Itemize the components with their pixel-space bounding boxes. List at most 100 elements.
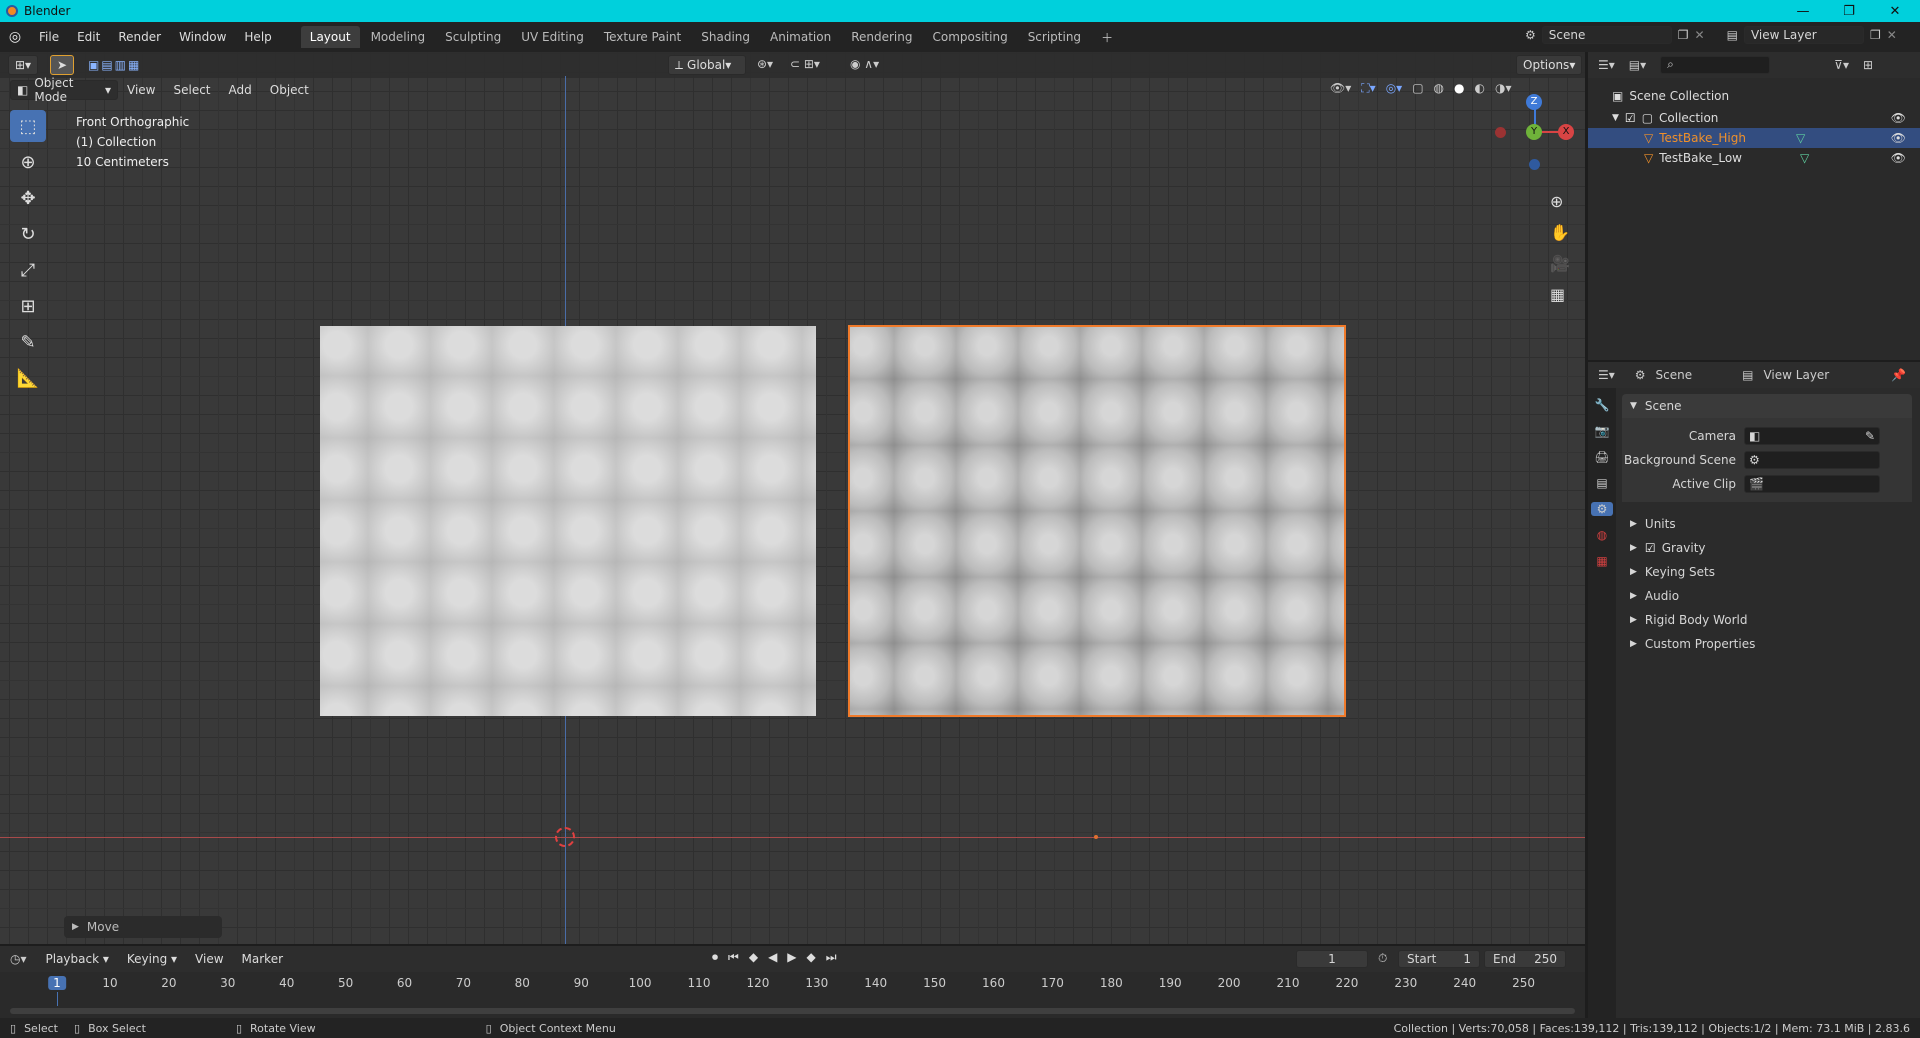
record-icon[interactable]: ⏺: [712, 950, 718, 965]
navigation-gizmo[interactable]: Z Y X: [1490, 88, 1580, 178]
texture-tab-icon[interactable]: ▦: [1596, 554, 1607, 568]
gizmo-neg-z[interactable]: [1529, 159, 1540, 170]
jump-start-icon[interactable]: ⏮: [728, 950, 739, 965]
display-mode-icon[interactable]: ▤▾: [1629, 58, 1646, 72]
overlay-toggle-icon[interactable]: ◎▾: [1386, 81, 1403, 96]
view-layer-selector[interactable]: View Layer: [1743, 26, 1864, 44]
outliner-search-input[interactable]: ⌕: [1660, 56, 1771, 74]
gravity-checkbox[interactable]: ☑: [1645, 541, 1656, 555]
gizmo-x-axis[interactable]: X: [1558, 124, 1574, 140]
xray-icon[interactable]: ▢: [1412, 81, 1423, 96]
start-frame-field[interactable]: Start 1: [1398, 950, 1480, 968]
visibility-eye-icon-low[interactable]: 👁: [1891, 151, 1906, 165]
camera-field[interactable]: ◧ ✎: [1744, 427, 1880, 445]
properties-editor-type-icon[interactable]: ☰▾: [1598, 368, 1615, 382]
tab-uv-editing[interactable]: UV Editing: [512, 26, 593, 48]
select-box-icon[interactable]: ⬚: [10, 110, 46, 142]
zoom-icon[interactable]: ⊕: [1550, 192, 1570, 211]
tab-animation[interactable]: Animation: [761, 26, 840, 48]
outliner-collection[interactable]: ▼ ☑ ▢ Collection 👁: [1588, 108, 1920, 128]
rotate-icon[interactable]: ↻: [10, 218, 46, 250]
remove-scene-icon[interactable]: ✕: [1695, 28, 1705, 42]
menu-file[interactable]: File: [30, 30, 68, 44]
filter-icon[interactable]: ⊽▾: [1834, 58, 1849, 72]
outliner-editor-type-icon[interactable]: ☰▾: [1598, 58, 1615, 72]
collection-checkbox[interactable]: ☑: [1625, 111, 1636, 125]
mesh-data-icon[interactable]: ▽: [1796, 131, 1805, 145]
timeline-menu-view[interactable]: View: [186, 952, 232, 966]
tab-rendering[interactable]: Rendering: [842, 26, 921, 48]
viewport-menu-add[interactable]: Add: [220, 83, 261, 97]
snap-icon[interactable]: ⊂ ⊞▾: [790, 57, 820, 71]
playhead[interactable]: [57, 992, 58, 1006]
panel-gravity[interactable]: ▶ ☑ Gravity: [1622, 536, 1912, 560]
gizmo-z-axis[interactable]: Z: [1526, 94, 1542, 110]
view-layer-props-icon[interactable]: ▤: [1596, 476, 1607, 490]
timeline-ruler[interactable]: 1 10 20 30 40 50 60 70 80 90 100 110 120 130 140 150 160…: [0, 972, 1585, 1006]
timeline-scrollbar[interactable]: [10, 1008, 1575, 1014]
new-collection-icon[interactable]: ⊞: [1863, 58, 1873, 72]
mesh-data-icon[interactable]: ▽: [1800, 151, 1809, 165]
cursor-icon[interactable]: ⊕: [10, 146, 46, 178]
move-icon[interactable]: ✥: [10, 182, 46, 214]
outliner-item-testbake-high[interactable]: ▽ TestBake_High ▽ 👁: [1588, 128, 1920, 148]
play-icon[interactable]: ▶: [787, 950, 796, 965]
minimize-icon[interactable]: —: [1780, 0, 1826, 22]
3d-cursor-icon[interactable]: [555, 827, 575, 847]
last-operator-panel[interactable]: ▶ Move: [64, 916, 222, 938]
mode-dropdown[interactable]: ◧ Object Mode ▾: [10, 76, 118, 104]
prev-keyframe-icon[interactable]: ◆: [749, 950, 758, 965]
camera-view-icon[interactable]: 🎥: [1550, 254, 1570, 273]
gizmo-neg-x[interactable]: [1495, 127, 1506, 138]
ortho-grid-icon[interactable]: ▦: [1550, 285, 1570, 304]
scene-tab-label[interactable]: Scene: [1656, 368, 1693, 382]
next-keyframe-icon[interactable]: ◆: [807, 950, 816, 965]
close-icon[interactable]: ✕: [1872, 0, 1918, 22]
gizmo-y-axis[interactable]: Y: [1526, 124, 1542, 140]
add-workspace-icon[interactable]: ＋: [1092, 25, 1122, 50]
play-reverse-icon[interactable]: ◀: [768, 950, 777, 965]
scale-icon[interactable]: ⤢: [10, 254, 46, 286]
blender-menu-icon[interactable]: ◎: [0, 29, 30, 45]
preview-range-icon[interactable]: ⏱: [1378, 951, 1387, 966]
background-scene-field[interactable]: ⚙: [1744, 451, 1880, 469]
3d-viewport[interactable]: ⊞▾ ➤ ▣▤▥▦ ⟂ Global ▾ ⊛▾ ⊂ ⊞▾ ◉ ∧▾ Option…: [0, 52, 1585, 944]
transform-orientation-dropdown[interactable]: ⟂ Global ▾: [668, 55, 746, 75]
tab-texture-paint[interactable]: Texture Paint: [595, 26, 690, 48]
tab-layout[interactable]: Layout: [300, 26, 360, 48]
wireframe-shading-icon[interactable]: ◍: [1434, 81, 1444, 96]
end-frame-field[interactable]: End 250: [1484, 950, 1566, 968]
output-tab-icon[interactable]: 🖨: [1594, 450, 1609, 464]
menu-render[interactable]: Render: [109, 30, 170, 44]
remove-view-layer-icon[interactable]: ✕: [1887, 28, 1897, 42]
timeline-menu-keying[interactable]: Keying ▾: [118, 952, 186, 966]
view-layer-tab-label[interactable]: View Layer: [1763, 368, 1829, 382]
tab-shading[interactable]: Shading: [692, 26, 759, 48]
panel-keying-sets[interactable]: ▶ Keying Sets: [1622, 560, 1912, 584]
scene-panel-header[interactable]: ▼ Scene: [1622, 394, 1912, 418]
render-tab-icon[interactable]: 📷: [1595, 424, 1610, 438]
outliner-item-testbake-low[interactable]: ▽ TestBake_Low ▽ 👁: [1588, 148, 1920, 168]
new-scene-icon[interactable]: ❐: [1678, 28, 1689, 42]
transform-icon[interactable]: ⊞: [10, 290, 46, 322]
active-clip-field[interactable]: 🎬: [1744, 475, 1880, 493]
options-dropdown[interactable]: Options ▾: [1516, 55, 1583, 75]
world-tab-icon[interactable]: ◍: [1597, 528, 1607, 542]
editor-type-icon[interactable]: ⊞▾: [8, 55, 38, 75]
tab-compositing[interactable]: Compositing: [923, 26, 1016, 48]
viewport-menu-select[interactable]: Select: [164, 83, 219, 97]
panel-units[interactable]: ▶ Units: [1622, 512, 1912, 536]
viewport-menu-object[interactable]: Object: [261, 83, 318, 97]
outliner-scene-collection[interactable]: ▣ Scene Collection: [1588, 84, 1920, 108]
jump-end-icon[interactable]: ⏭: [826, 950, 837, 965]
tab-modeling[interactable]: Modeling: [362, 26, 435, 48]
selection-mode-icons[interactable]: ▣▤▥▦: [88, 58, 141, 72]
scene-props-icon[interactable]: ⚙: [1591, 502, 1613, 516]
pin-icon[interactable]: 📌: [1891, 368, 1906, 382]
collapse-icon[interactable]: ▼: [1612, 113, 1619, 123]
testbake-low-mesh[interactable]: [320, 326, 816, 716]
visibility-icon[interactable]: 👁▾: [1330, 81, 1351, 96]
annotate-icon[interactable]: ✎: [10, 326, 46, 358]
proportional-edit-icon[interactable]: ◉ ∧▾: [850, 57, 879, 71]
viewport-menu-view[interactable]: View: [118, 83, 164, 97]
